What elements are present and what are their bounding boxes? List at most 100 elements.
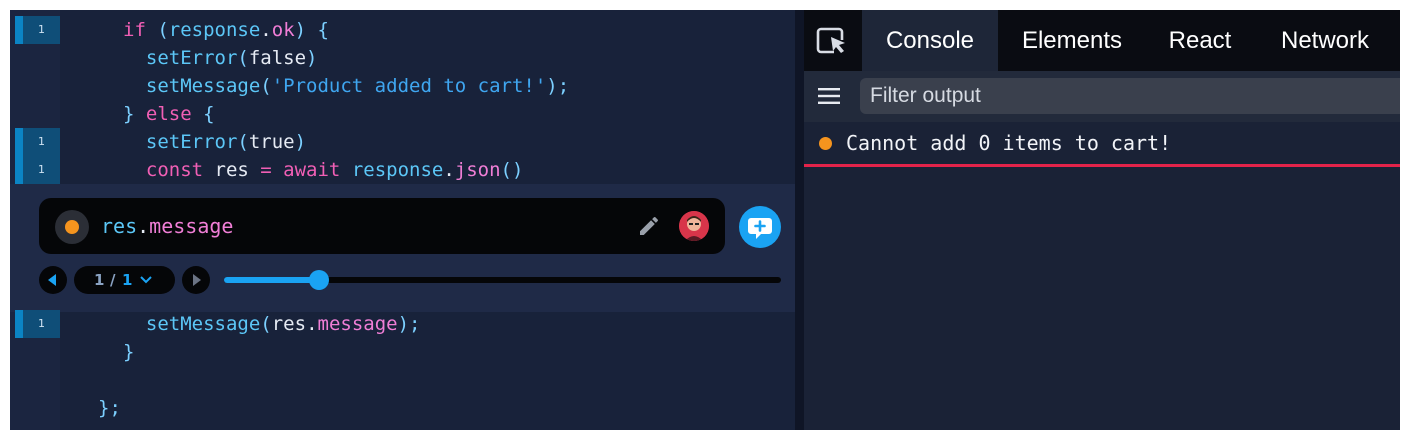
code-token: ) { [294, 19, 329, 41]
code-token: message [317, 313, 398, 335]
code-text: setError(false) [123, 44, 318, 72]
avatar [679, 211, 709, 241]
code-editor[interactable]: 1 if (response.ok) { setError(false) setM… [10, 10, 795, 430]
hit-total: 1 [122, 271, 133, 289]
code-text: if (response.ok) { [123, 16, 329, 44]
code-token: ) [294, 131, 307, 153]
code-token: ); [397, 313, 421, 335]
code-token: false [248, 47, 307, 69]
devtools-tab-bar: Console Elements React Network [804, 10, 1400, 71]
print-expression-property: message [149, 214, 234, 238]
code-text: } else { [123, 100, 215, 128]
code-token: ); [546, 75, 570, 97]
console-toolbar [804, 71, 1400, 122]
next-hit-button[interactable] [182, 266, 210, 294]
code-text: const res = await response.json() [123, 156, 524, 184]
tab-network[interactable]: Network [1262, 10, 1388, 71]
log-level-dot [819, 137, 832, 150]
code-token: ( [145, 19, 169, 41]
code-token: . [443, 159, 455, 181]
code-token: } [123, 341, 135, 363]
filter-output-input[interactable] [860, 78, 1400, 114]
code-token: . [306, 313, 318, 335]
code-line[interactable]: setMessage('Product added to cart!'); [10, 72, 795, 100]
hit-marker[interactable] [15, 310, 23, 338]
code-token: ) [306, 47, 318, 69]
console-log-message: Cannot add 0 items to cart! [846, 131, 1172, 155]
code-line[interactable] [10, 366, 795, 394]
print-color-picker[interactable] [55, 210, 89, 244]
hamburger-menu-icon[interactable] [818, 87, 840, 105]
code-line[interactable]: } else { [10, 100, 795, 128]
code-line[interactable]: } [10, 338, 795, 366]
add-comment-button[interactable] [739, 206, 781, 248]
log-highlight-underline [804, 164, 1400, 167]
inspect-element-button[interactable] [804, 10, 861, 71]
code-text: } [123, 338, 134, 366]
hit-pager-dropdown[interactable]: 1 / 1 [74, 266, 175, 294]
devtools-panel: Console Elements React Network Cannot ad… [804, 10, 1400, 430]
code-token: = [248, 159, 284, 181]
code-token: ( [260, 75, 272, 97]
code-token: setError [123, 47, 238, 69]
hit-marker[interactable] [15, 156, 23, 184]
code-token: { [191, 103, 215, 125]
print-statement-bar[interactable]: res.message [39, 198, 725, 254]
code-token: ( [237, 47, 249, 69]
code-line[interactable]: 1 const res = await response.json() [10, 156, 795, 184]
code-token: ( [237, 131, 249, 153]
code-text: setMessage(res.message); [123, 310, 421, 338]
timeline-scrubber[interactable] [224, 270, 781, 290]
code-line[interactable]: 1 setMessage(res.message); [10, 310, 795, 338]
code-token: setError [123, 131, 238, 153]
code-token: 'Product added to cart!' [271, 75, 547, 97]
code-token: ( [260, 313, 272, 335]
code-token: true [248, 131, 295, 153]
chevron-down-icon [140, 276, 152, 284]
tab-console[interactable]: Console [862, 10, 998, 71]
code-token: . [260, 19, 272, 41]
code-line[interactable]: 1 if (response.ok) { [10, 16, 795, 44]
print-expression-object: res [101, 214, 138, 238]
code-token: setMessage [123, 75, 261, 97]
inspect-cursor-icon [816, 27, 845, 54]
code-text: setMessage('Product added to cart!'); [123, 72, 569, 100]
print-statement-panel: res.message 1 / 1 [10, 184, 795, 312]
hit-navigation: 1 / 1 [39, 264, 784, 296]
hit-count-badge[interactable]: 1 [23, 128, 60, 156]
print-expression-dot: . [137, 214, 150, 238]
timeline-handle[interactable] [308, 270, 329, 290]
code-token: }; [98, 397, 121, 419]
code-token: res [271, 313, 307, 335]
code-token: response [351, 159, 444, 181]
timeline-progress [224, 277, 319, 283]
tab-elements[interactable]: Elements [1002, 10, 1142, 71]
code-token: () [500, 159, 524, 181]
hit-count-badge[interactable]: 1 [23, 16, 60, 44]
add-comment-icon [748, 218, 772, 239]
code-text: }; [98, 394, 121, 422]
print-color-dot [65, 220, 79, 234]
previous-arrow-icon [48, 274, 56, 286]
hit-count-badge[interactable]: 1 [23, 156, 60, 184]
next-arrow-icon [193, 274, 201, 286]
hit-marker[interactable] [15, 128, 23, 156]
code-token: await [283, 159, 352, 181]
hit-marker[interactable] [15, 16, 23, 44]
pencil-icon[interactable] [637, 214, 661, 238]
console-log-entry[interactable]: Cannot add 0 items to cart! [804, 122, 1400, 165]
previous-hit-button[interactable] [39, 266, 67, 294]
code-token: if [123, 19, 146, 41]
code-line[interactable]: 1 setError(true) [10, 128, 795, 156]
code-token: setMessage [123, 313, 261, 335]
code-line[interactable]: setError(false) [10, 44, 795, 72]
hit-count-badge[interactable]: 1 [23, 310, 60, 338]
hit-current: 1 [94, 271, 105, 289]
code-token: } [123, 103, 146, 125]
pane-divider[interactable] [795, 10, 804, 430]
tab-react[interactable]: React [1150, 10, 1250, 71]
code-line[interactable]: }; [10, 394, 795, 422]
code-token: response [168, 19, 261, 41]
code-token: res [214, 159, 249, 181]
print-expression[interactable]: res.message [101, 198, 233, 254]
